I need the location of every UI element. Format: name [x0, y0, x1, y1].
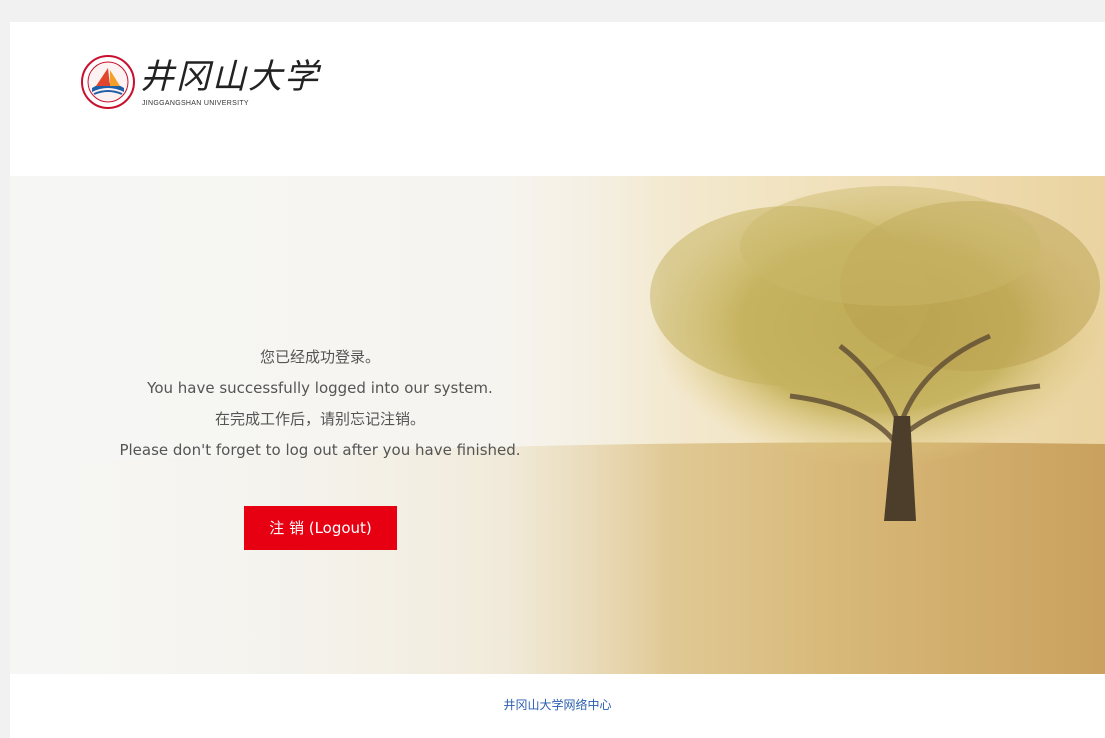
page: 井冈山大学 JINGGANGSHAN UNIVERSITY 您已经成功登录。 Y…: [10, 22, 1105, 738]
logo-subtitle: JINGGANGSHAN UNIVERSITY: [142, 100, 249, 107]
banner: 您已经成功登录。 You have successfully logged in…: [10, 176, 1105, 674]
network-center-link[interactable]: 井冈山大学网络中心: [503, 696, 611, 713]
login-success-message: 您已经成功登录。 You have successfully logged in…: [70, 342, 570, 466]
header: 井冈山大学 JINGGANGSHAN UNIVERSITY: [10, 22, 1105, 176]
university-logo: 井冈山大学 JINGGANGSHAN UNIVERSITY: [80, 54, 320, 114]
message-line-zh-success: 您已经成功登录。: [259, 348, 380, 366]
message-line-en-success: You have successfully logged into our sy…: [147, 379, 493, 397]
footer: 井冈山大学网络中心: [10, 674, 1105, 738]
logo-title: 井冈山大学: [140, 57, 320, 97]
university-seal-icon: [81, 55, 135, 109]
message-line-en-reminder: Please don't forget to log out after you…: [119, 441, 521, 459]
logout-button[interactable]: 注 销 (Logout): [244, 506, 397, 550]
message-line-zh-reminder: 在完成工作后，请别忘记注销。: [214, 410, 425, 428]
